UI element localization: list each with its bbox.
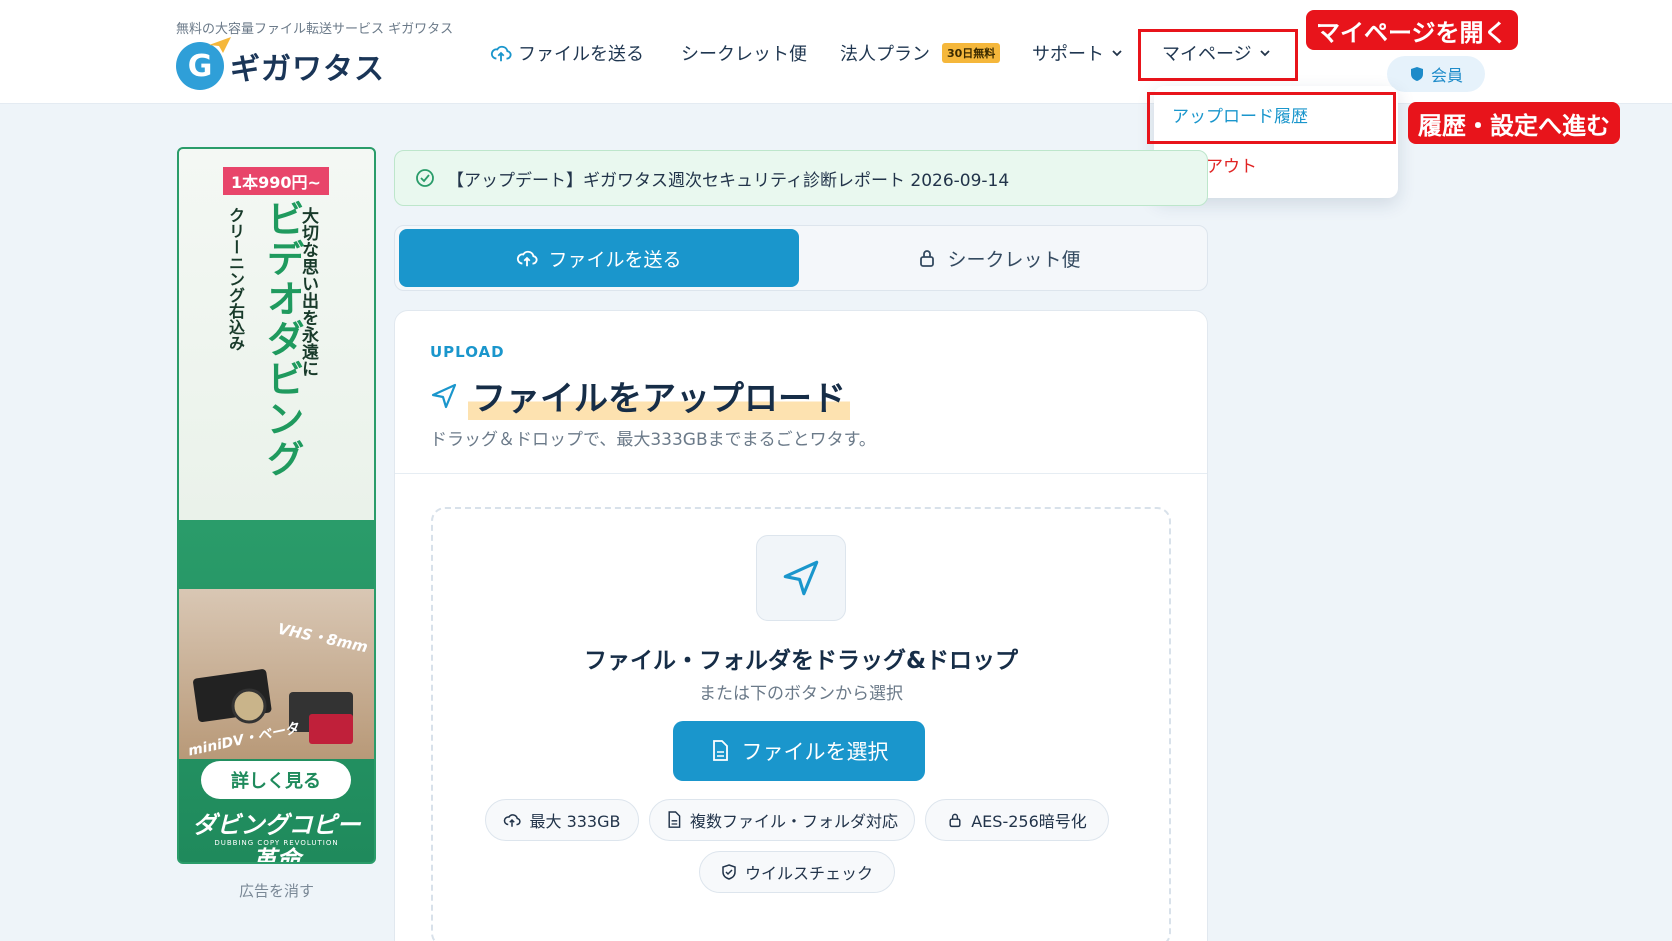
cloud-upload-icon	[490, 45, 512, 62]
ad-banner[interactable]: 1本990円~ 大切な思い出を永遠に ビデオダビング クリーニング右込み VHS…	[177, 147, 376, 864]
chip-encryption-label: AES-256暗号化	[971, 812, 1087, 831]
dropzone-title: ファイル・フォルダをドラッグ&ドロップ	[583, 648, 1019, 674]
ad-brand-sub: DUBBING COPY REVOLUTION	[214, 839, 339, 847]
lock-icon	[949, 813, 961, 828]
chip-max-size-label: 最大 333GB	[529, 812, 621, 831]
nav-send-label: ファイルを送る	[518, 44, 644, 65]
logo-mark-icon: G	[176, 37, 231, 90]
remove-ad-link[interactable]: 広告を消す	[177, 880, 376, 901]
upload-eyebrow: UPLOAD	[430, 343, 505, 361]
nav-send-files[interactable]: ファイルを送る	[490, 38, 644, 68]
highlight-mypage	[1138, 29, 1298, 81]
callout-go-history: 履歴・設定へ進む	[1408, 102, 1620, 144]
select-file-button[interactable]: ファイルを選択	[673, 721, 925, 781]
chip-max-size: 最大 333GB	[485, 799, 639, 841]
card-divider	[395, 473, 1207, 474]
ad-details-button[interactable]: 詳しく見る	[201, 761, 351, 799]
notice-text: 【アップデート】ギガワタス週次セキュリティ診断レポート 2026-09-14	[447, 170, 1010, 191]
dropzone-icon-box	[756, 535, 846, 621]
chip-multi-file: 複数ファイル・フォルダ対応	[649, 799, 915, 841]
update-notice[interactable]: 【アップデート】ギガワタス週次セキュリティ診断レポート 2026-09-14	[394, 150, 1208, 206]
paper-plane-icon	[431, 383, 457, 408]
card-title: ファイルをアップロード	[430, 371, 850, 420]
check-circle-icon	[416, 169, 434, 187]
cloud-upload-icon	[517, 250, 539, 267]
upload-card: UPLOAD ファイルをアップロード ドラッグ＆ドロップで、最大333GBまでま…	[394, 310, 1208, 941]
card-subtitle: ドラッグ＆ドロップで、最大333GBまでまるごとワタす。	[430, 430, 876, 450]
tab-send-label: ファイルを送る	[548, 248, 682, 271]
document-icon	[668, 811, 681, 828]
nav-secret[interactable]: シークレット便	[681, 38, 807, 68]
tab-secret-label: シークレット便	[947, 248, 1081, 271]
send-mode-tabs: ファイルを送る シークレット便	[394, 225, 1208, 291]
nav-corporate[interactable]: 法人プラン 30日無料	[840, 38, 1001, 68]
paper-plane-icon	[209, 37, 231, 53]
chip-virus-check: ウイルスチェック	[699, 851, 895, 893]
chip-virus-check-label: ウイルスチェック	[744, 864, 873, 883]
cloud-upload-icon	[504, 814, 522, 827]
nav-secret-label: シークレット便	[681, 44, 807, 65]
tab-send-files[interactable]: ファイルを送る	[399, 229, 799, 287]
shield-check-icon	[722, 864, 736, 880]
nav-support-label: サポート	[1032, 44, 1104, 65]
paper-plane-icon	[783, 560, 819, 596]
file-dropzone[interactable]: ファイル・フォルダをドラッグ&ドロップ または下のボタンから選択 ファイルを選択…	[431, 507, 1171, 941]
dropzone-subtitle: または下のボタンから選択	[699, 684, 903, 704]
chip-multi-file-label: 複数ファイル・フォルダ対応	[689, 812, 898, 831]
shield-icon	[1410, 67, 1423, 81]
ad-subtitle: クリーニング右込み	[226, 207, 245, 351]
site-logo[interactable]: G ギガワタス	[176, 37, 385, 90]
select-file-label: ファイルを選択	[741, 740, 889, 764]
nav-support[interactable]: サポート	[1032, 38, 1124, 68]
ad-brand: ダビングコピー革命	[192, 811, 361, 864]
site-tagline: 無料の大容量ファイル転送サービス ギガワタス	[176, 22, 454, 37]
logo-text: ギガワタス	[230, 52, 385, 87]
highlight-upload-history	[1147, 92, 1396, 144]
trial-badge: 30日無料	[942, 43, 1001, 63]
card-title-text: ファイルをアップロード	[468, 371, 850, 420]
callout-open-mypage: マイページを開く	[1306, 10, 1518, 50]
lock-icon	[920, 250, 935, 267]
tab-secret[interactable]: シークレット便	[799, 229, 1199, 287]
ad-price: 1本990円~	[223, 167, 329, 195]
chip-encryption: AES-256暗号化	[925, 799, 1109, 841]
ad-title: ビデオダビング	[260, 199, 304, 479]
document-icon	[712, 740, 728, 761]
member-badge[interactable]: 会員	[1387, 56, 1485, 92]
chevron-down-icon	[1112, 50, 1122, 57]
member-label: 会員	[1430, 66, 1463, 85]
nav-corporate-label: 法人プラン	[840, 44, 930, 65]
